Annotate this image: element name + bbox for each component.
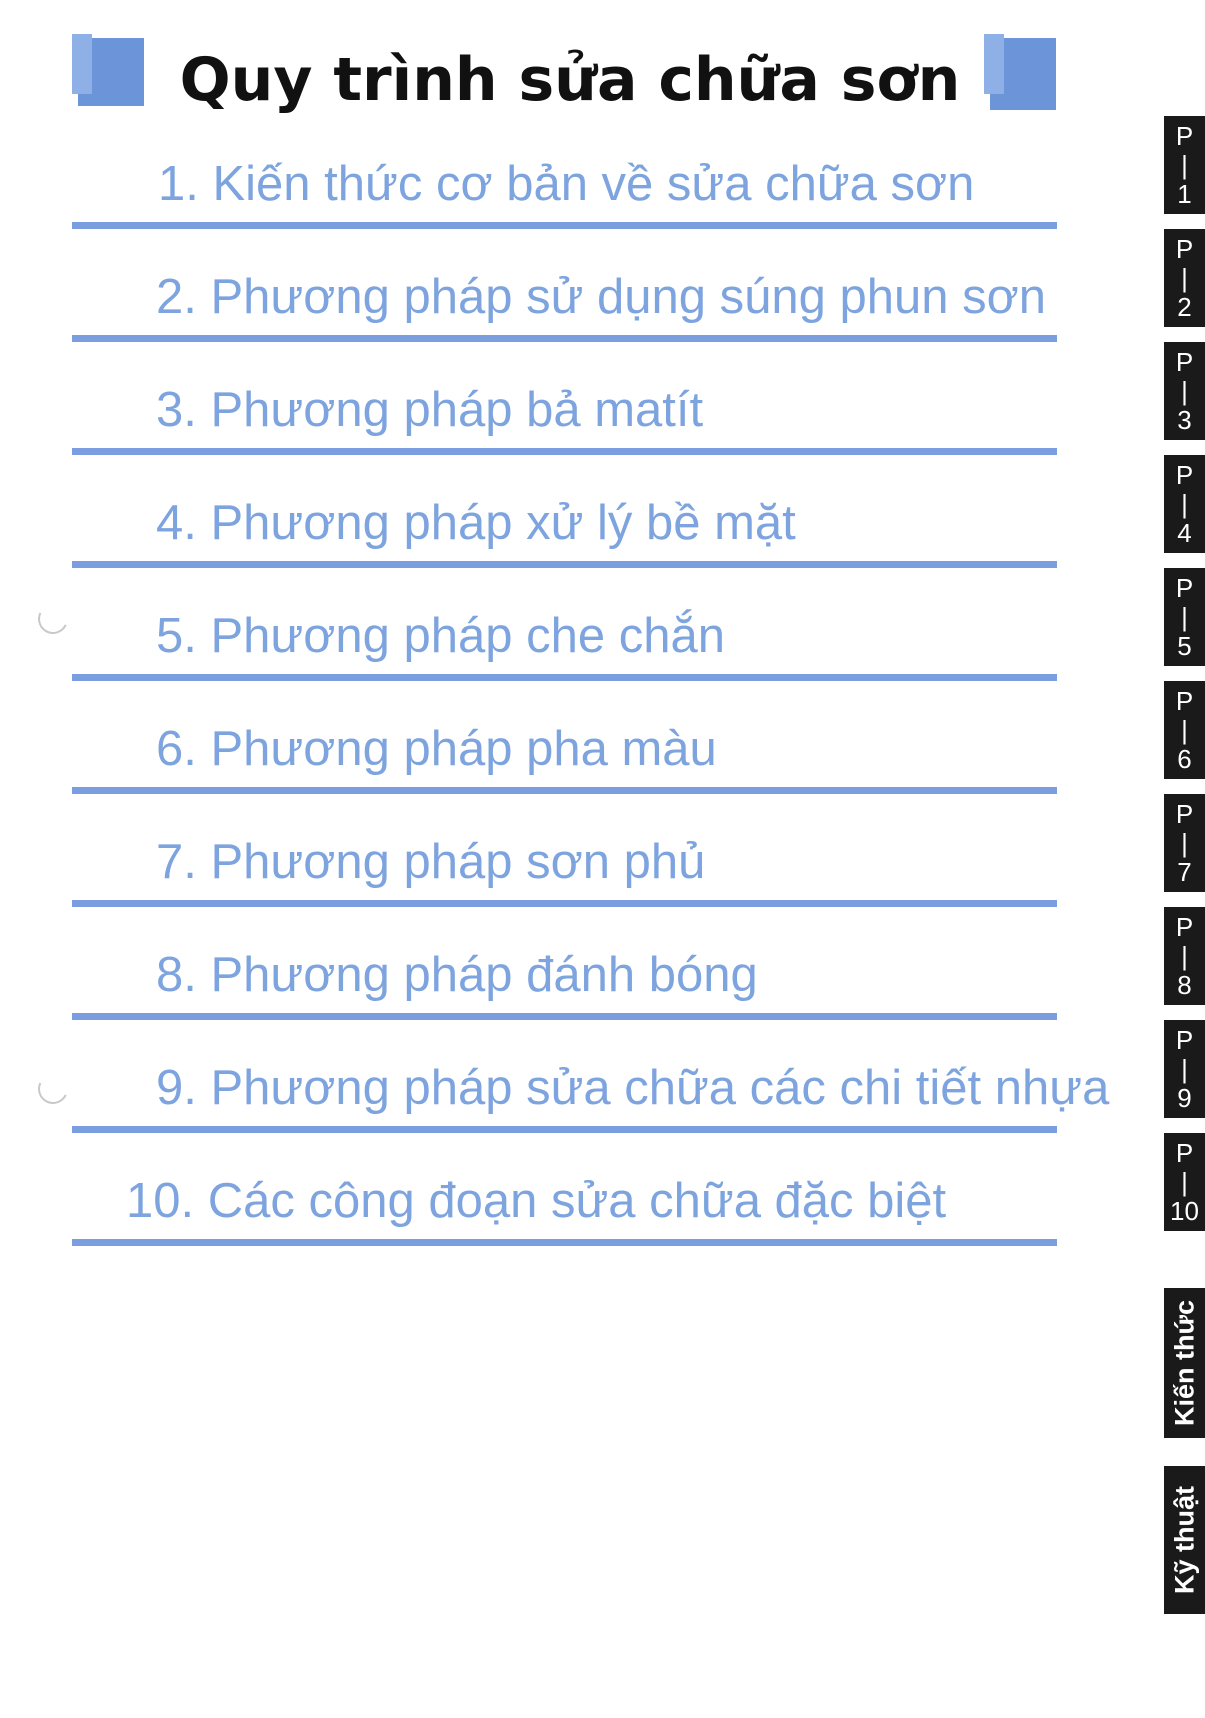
menu-item-underline: [72, 561, 1057, 568]
side-tab-label: P | 8: [1175, 912, 1194, 1000]
menu-item-label: 3. Phương pháp bả matít: [156, 383, 704, 437]
side-tab-label: P | 10: [1170, 1138, 1199, 1226]
menu-item-underline: [72, 1013, 1057, 1020]
side-tab-ky-thuat[interactable]: Kỹ thuật: [1164, 1466, 1205, 1614]
side-tab-p7[interactable]: P | 7: [1164, 794, 1205, 892]
side-tab-label: P | 5: [1175, 573, 1194, 661]
menu-item-underline: [72, 787, 1057, 794]
menu-item-underline: [72, 1239, 1057, 1246]
side-tab-p8[interactable]: P | 8: [1164, 907, 1205, 1005]
title-left-square-decoration: [72, 34, 144, 106]
menu-item-9[interactable]: 9. Phương pháp sửa chữa các chi tiết nhự…: [72, 1032, 1109, 1142]
menu-item-underline: [72, 222, 1057, 229]
side-tab-label: P | 4: [1175, 460, 1194, 548]
menu-item-3[interactable]: 3. Phương pháp bả matít: [72, 354, 1057, 464]
side-tab-p10[interactable]: P | 10: [1164, 1133, 1205, 1231]
side-tab-label: P | 7: [1175, 799, 1194, 887]
side-tab-label: Kỹ thuật: [1169, 1486, 1199, 1594]
side-tab-p2[interactable]: P | 2: [1164, 229, 1205, 327]
menu-item-7[interactable]: 7. Phương pháp sơn phủ: [72, 806, 1057, 916]
side-tab-label: P | 2: [1175, 234, 1194, 322]
side-tab-p6[interactable]: P | 6: [1164, 681, 1205, 779]
menu-item-label: 10. Các công đoạn sửa chữa đặc biệt: [126, 1174, 947, 1228]
side-tab-label: P | 3: [1175, 347, 1194, 435]
menu-item-underline: [72, 448, 1057, 455]
binder-hole-mark: [33, 599, 73, 639]
page-title: Quy trình sửa chữa sơn: [179, 45, 961, 115]
side-tab-p5[interactable]: P | 5: [1164, 568, 1205, 666]
title-right-square-decoration: [984, 34, 1056, 110]
side-tab-p4[interactable]: P | 4: [1164, 455, 1205, 553]
menu-item-label: 8. Phương pháp đánh bóng: [156, 948, 758, 1002]
menu-item-8[interactable]: 8. Phương pháp đánh bóng: [72, 919, 1057, 1029]
menu-item-label: 7. Phương pháp sơn phủ: [156, 835, 706, 889]
side-tab-label: P | 1: [1175, 121, 1194, 209]
menu-item-underline: [72, 900, 1057, 907]
menu-item-4[interactable]: 4. Phương pháp xử lý bề mặt: [72, 467, 1057, 577]
side-tab-p1[interactable]: P | 1: [1164, 116, 1205, 214]
menu-item-underline: [72, 335, 1057, 342]
menu-item-6[interactable]: 6. Phương pháp pha màu: [72, 693, 1057, 803]
menu-item-10[interactable]: 10. Các công đoạn sửa chữa đặc biệt: [72, 1145, 1057, 1255]
menu-item-label: 2. Phương pháp sử dụng súng phun sơn: [156, 270, 1046, 324]
menu-item-1[interactable]: 1. Kiến thức cơ bản về sửa chữa sơn: [72, 128, 1057, 238]
side-tab-p3[interactable]: P | 3: [1164, 342, 1205, 440]
menu-item-label: 6. Phương pháp pha màu: [156, 722, 717, 776]
binder-hole-mark: [33, 1069, 73, 1109]
menu-item-2[interactable]: 2. Phương pháp sử dụng súng phun sơn: [72, 241, 1057, 351]
page: Quy trình sửa chữa sơn 1. Kiến thức cơ b…: [0, 0, 1205, 1718]
side-tab-label: Kiến thức: [1169, 1299, 1199, 1427]
menu-item-underline: [72, 674, 1057, 681]
menu-item-label: 4. Phương pháp xử lý bề mặt: [156, 496, 796, 550]
side-tab-label: P | 6: [1175, 686, 1194, 774]
menu-item-label: 5. Phương pháp che chắn: [156, 609, 725, 663]
side-tab-label: P | 9: [1175, 1025, 1194, 1113]
side-tab-kien-thuc[interactable]: Kiến thức: [1164, 1288, 1205, 1438]
menu-item-underline: [72, 1126, 1057, 1133]
menu-item-label: 1. Kiến thức cơ bản về sửa chữa sơn: [158, 157, 975, 211]
side-tab-p9[interactable]: P | 9: [1164, 1020, 1205, 1118]
menu-item-5[interactable]: 5. Phương pháp che chắn: [72, 580, 1057, 690]
menu-item-label: 9. Phương pháp sửa chữa các chi tiết nhự…: [156, 1061, 1110, 1115]
